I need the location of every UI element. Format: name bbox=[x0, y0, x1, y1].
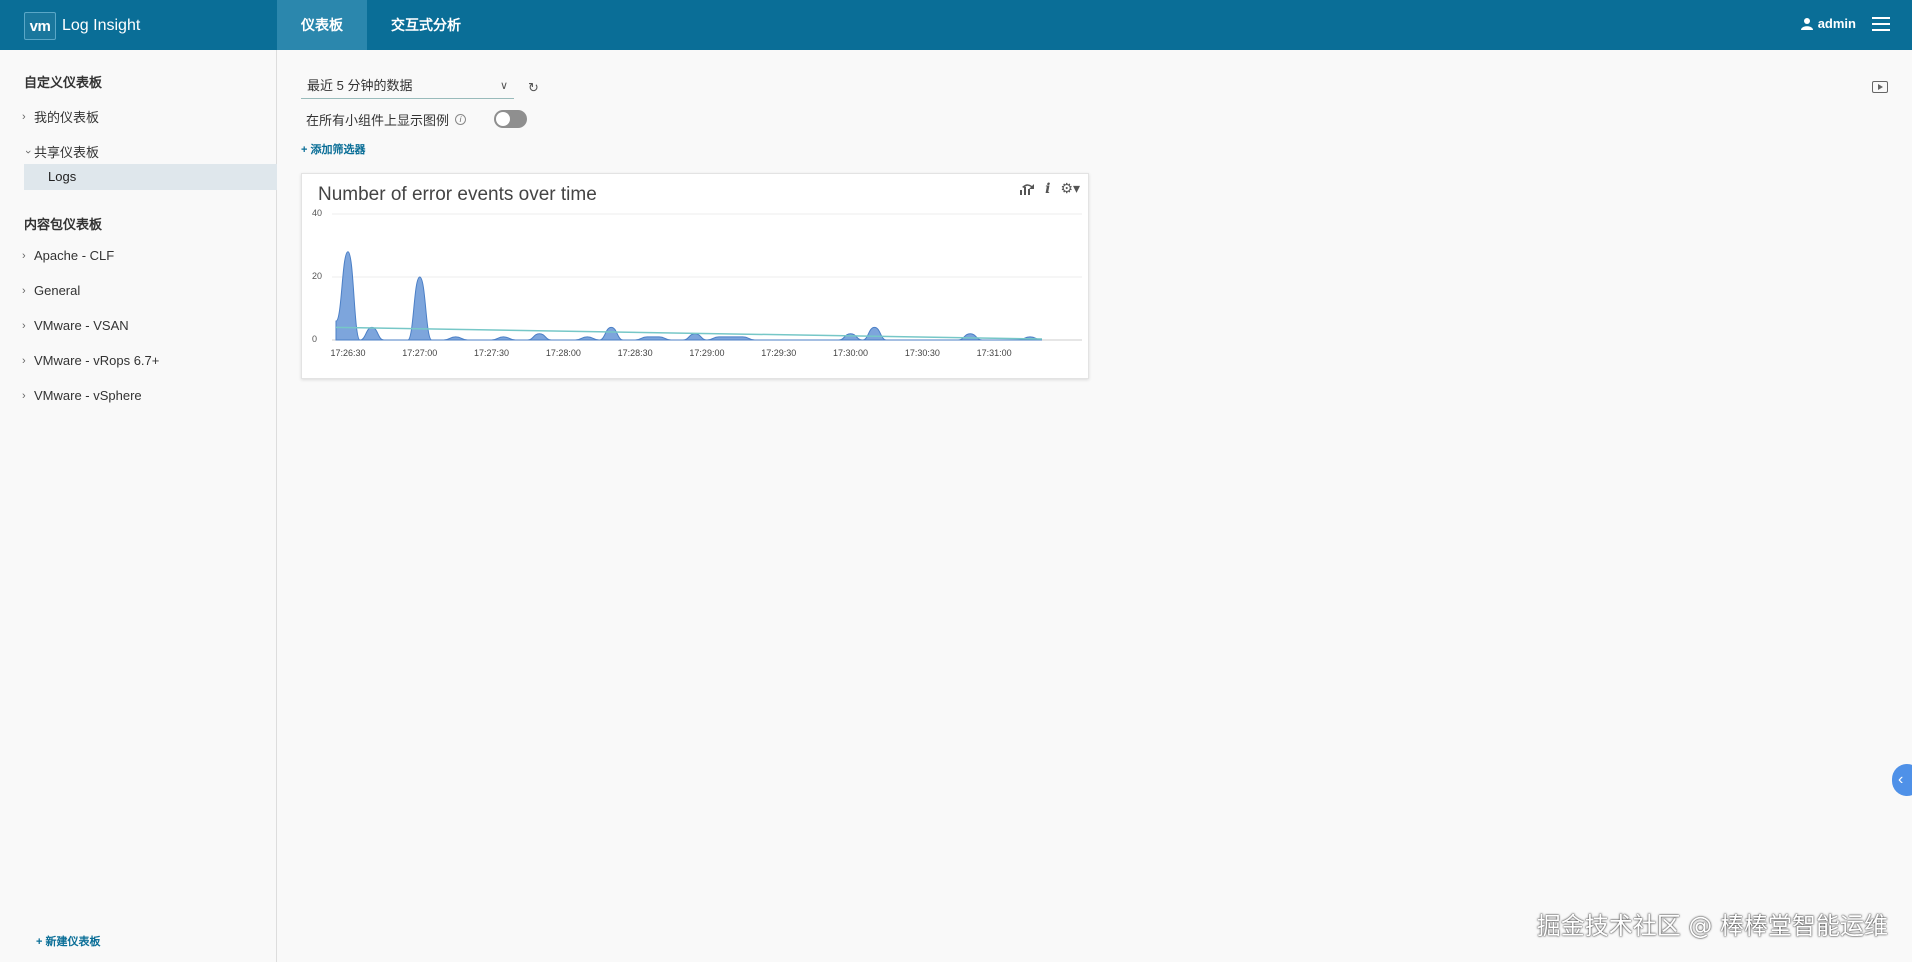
widget-title: Number of error events over time bbox=[318, 184, 597, 205]
x-tick-label: 17:26:30 bbox=[330, 348, 365, 358]
tab-dashboards-label: 仪表板 bbox=[301, 17, 343, 33]
tab-interactive-analysis-label: 交互式分析 bbox=[391, 17, 461, 33]
chevron-right-icon: › bbox=[22, 284, 26, 297]
sidebar-item-shared-dashboards[interactable]: › 共享仪表板 bbox=[22, 142, 99, 161]
vmware-logo: vm bbox=[24, 12, 56, 40]
chevron-right-icon: › bbox=[22, 249, 26, 262]
send-to-analysis-icon[interactable] bbox=[1019, 182, 1035, 196]
x-tick-label: 17:27:00 bbox=[402, 348, 437, 358]
sidebar-item-vmware-vsan[interactable]: › VMware - VSAN bbox=[22, 318, 129, 333]
chart-widget: Number of error events over time i ⚙▾ 0 2… bbox=[301, 173, 1089, 379]
presentation-mode-icon[interactable] bbox=[1872, 81, 1888, 93]
error-events-chart: 02040 17:26:30 17:27:00 17:27:30 17:28:00 17… bbox=[312, 208, 1082, 358]
x-tick-label: 17:28:30 bbox=[618, 348, 653, 358]
user-icon bbox=[1800, 17, 1813, 30]
chart-y-axis: 0 20 40 bbox=[312, 208, 322, 344]
app-brand[interactable]: vm Log Insight bbox=[24, 12, 140, 40]
x-tick-label: 17:30:00 bbox=[833, 348, 868, 358]
tab-interactive-analysis[interactable]: 交互式分析 bbox=[367, 0, 485, 50]
chart-gridlines bbox=[332, 213, 1082, 341]
sidebar-item-vmware-vrops[interactable]: › VMware - vRops 6.7+ bbox=[22, 353, 159, 368]
sidebar-item-my-dashboards[interactable]: › 我的仪表板 bbox=[22, 107, 99, 126]
top-navigation-bar: vm Log Insight 仪表板 交互式分析 admin bbox=[0, 0, 1912, 50]
chevron-right-icon: › bbox=[22, 354, 26, 367]
app-name: Log Insight bbox=[62, 17, 141, 34]
watermark: 掘金技术社区 @ 棒棒堂智能运维 bbox=[1536, 912, 1888, 940]
username: admin bbox=[1817, 16, 1856, 31]
sidebar-item-label: 共享仪表板 bbox=[34, 145, 100, 160]
sidebar-item-label: VMware - VSAN bbox=[34, 318, 129, 333]
time-range-value: 最近 5 分钟的数据 bbox=[307, 78, 413, 93]
legend-option-label: 在所有小组件上显示图例 bbox=[306, 113, 450, 128]
gear-icon[interactable]: ⚙▾ bbox=[1060, 180, 1080, 197]
content-pack-dashboards-heading: 内容包仪表板 bbox=[24, 217, 103, 232]
chevron-down-icon: ∨ bbox=[499, 80, 508, 92]
series-area[interactable] bbox=[335, 251, 1043, 341]
dashboard-sidebar: 自定义仪表板 › 我的仪表板 › 共享仪表板 Logs 内容包仪表板 › Apa… bbox=[0, 50, 277, 962]
legend-toggle[interactable] bbox=[494, 110, 527, 128]
new-dashboard-link[interactable]: + 新建仪表板 bbox=[36, 933, 100, 949]
collapse-panel-tab[interactable]: ‹ bbox=[1892, 764, 1912, 796]
y-tick-label: 40 bbox=[312, 208, 322, 218]
x-tick-label: 17:29:30 bbox=[761, 348, 796, 358]
time-range-select[interactable]: 最近 5 分钟的数据 ∨ bbox=[301, 73, 514, 99]
y-tick-label: 20 bbox=[312, 271, 322, 281]
legend-option-row: 在所有小组件上显示图例 i bbox=[306, 110, 467, 129]
tab-dashboards[interactable]: 仪表板 bbox=[277, 0, 367, 50]
x-tick-label: 17:29:00 bbox=[689, 348, 724, 358]
chevron-right-icon: › bbox=[22, 319, 26, 332]
custom-dashboards-heading: 自定义仪表板 bbox=[24, 75, 103, 90]
chevron-right-icon: › bbox=[22, 110, 26, 123]
chevron-right-icon: › bbox=[22, 389, 26, 402]
sidebar-item-apache-clf[interactable]: › Apache - CLF bbox=[22, 248, 114, 263]
sidebar-item-label: VMware - vSphere bbox=[34, 388, 142, 403]
chevron-down-icon: › bbox=[22, 149, 34, 154]
x-tick-label: 17:27:30 bbox=[474, 348, 509, 358]
chart-series-area bbox=[335, 251, 1043, 341]
sidebar-item-label: VMware - vRops 6.7+ bbox=[34, 353, 160, 368]
sidebar-item-logs[interactable]: Logs bbox=[24, 164, 277, 190]
x-tick-label: 17:31:00 bbox=[977, 348, 1012, 358]
sidebar-item-general[interactable]: › General bbox=[22, 283, 80, 298]
widget-toolbar: i ⚙▾ bbox=[1019, 180, 1080, 197]
sidebar-item-label: General bbox=[34, 283, 81, 298]
sidebar-item-label: Apache - CLF bbox=[34, 248, 115, 263]
add-filter-link[interactable]: + 添加筛选器 bbox=[301, 141, 365, 157]
hamburger-menu-icon[interactable] bbox=[1872, 17, 1890, 31]
widget-info-icon[interactable]: i bbox=[1045, 181, 1050, 197]
refresh-icon[interactable]: ↻ bbox=[528, 80, 539, 96]
sidebar-item-label: 我的仪表板 bbox=[34, 110, 100, 125]
user-menu[interactable]: admin bbox=[1800, 16, 1856, 31]
toggle-knob bbox=[496, 112, 510, 126]
chart-x-axis: 17:26:30 17:27:00 17:27:30 17:28:00 17:28:30… bbox=[330, 348, 1011, 358]
y-tick-label: 0 bbox=[312, 334, 317, 344]
sidebar-item-vmware-vsphere[interactable]: › VMware - vSphere bbox=[22, 388, 142, 403]
x-tick-label: 17:28:00 bbox=[546, 348, 581, 358]
info-icon[interactable]: i bbox=[455, 114, 467, 125]
x-tick-label: 17:30:30 bbox=[905, 348, 940, 358]
